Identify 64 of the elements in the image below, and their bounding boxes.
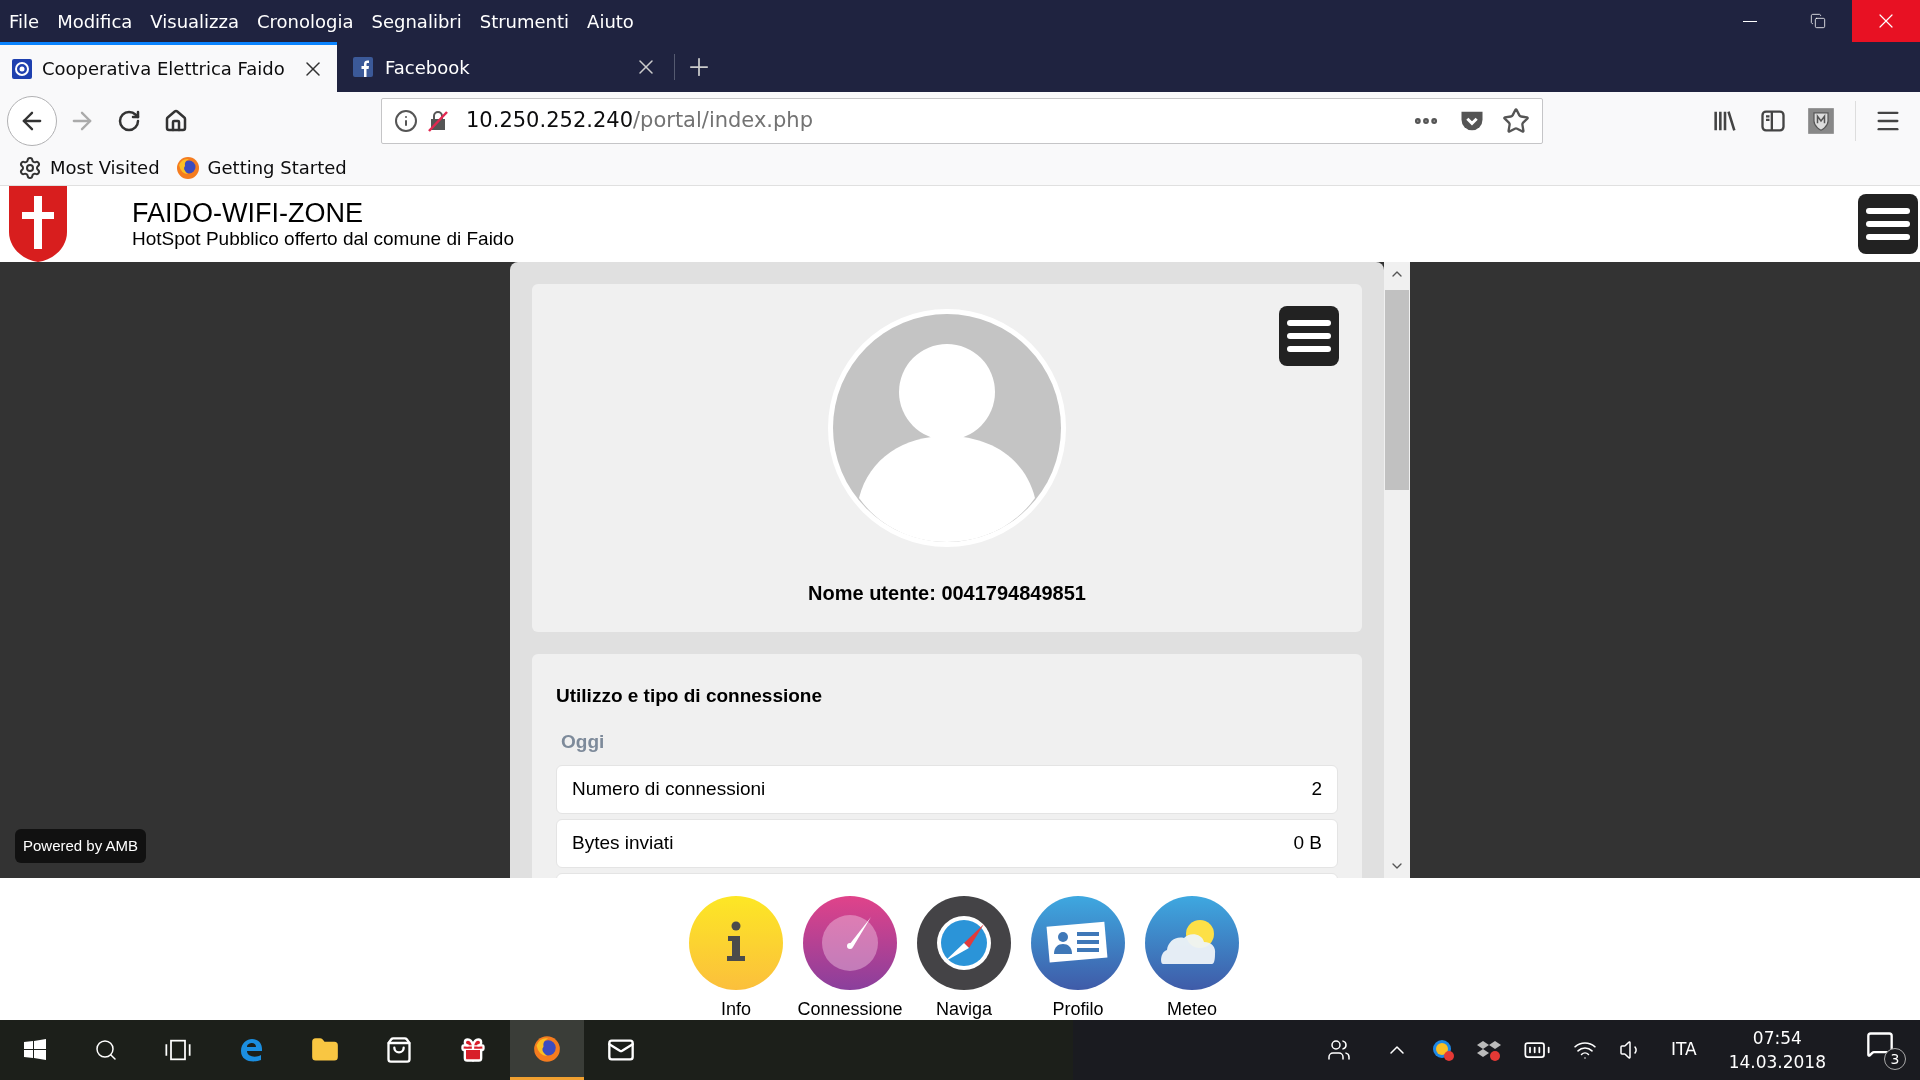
info-icon[interactable] <box>394 109 418 133</box>
shield-icon[interactable] <box>1807 107 1835 135</box>
dock-item[interactable]: Meteo <box>1137 896 1247 1023</box>
dock-item[interactable]: Info <box>681 896 791 1023</box>
firefox-icon <box>175 155 200 180</box>
language-indicator[interactable]: ITA <box>1670 1037 1697 1063</box>
site-title: FAIDO-WIFI-ZONE <box>132 198 364 228</box>
bookmark-item[interactable]: Getting Started <box>175 154 347 181</box>
insecure-lock-icon <box>426 109 450 133</box>
tab-title: Cooperativa Elettrica Faido <box>42 57 286 81</box>
menu-item[interactable]: Modifica <box>57 7 133 35</box>
reload-icon <box>117 109 141 133</box>
firefox-icon <box>533 1034 561 1063</box>
dock-item[interactable]: Naviga <box>909 896 1019 1023</box>
dropbox-error-icon[interactable] <box>1476 1038 1501 1062</box>
menu-button[interactable] <box>1858 194 1918 254</box>
url-text: 10.250.252.240/portal/index.php <box>466 107 814 135</box>
people-icon[interactable] <box>1326 1038 1351 1062</box>
minimize-icon <box>1743 20 1757 22</box>
menu-item[interactable]: Visualizza <box>150 7 240 35</box>
sync-error-icon[interactable] <box>1430 1038 1455 1062</box>
clock[interactable]: 07:54 14.03.2018 <box>1728 1026 1826 1074</box>
section-title: Utilizzo e tipo di connessione <box>556 684 824 708</box>
restore-icon <box>1810 13 1826 29</box>
weather-icon <box>1145 896 1239 990</box>
gear-icon <box>18 155 42 180</box>
site-subtitle: HotSpot Pubblico offerto dal comune di Faido <box>132 228 514 250</box>
stats-value: 0 B <box>1293 831 1322 856</box>
powered-by-badge: Powered by AMB <box>15 828 147 863</box>
stats-label: Numero di connessioni <box>572 777 766 802</box>
address-bar[interactable]: 10.250.252.240/portal/index.php <box>381 98 1543 144</box>
stats-value: 2 <box>1311 777 1322 802</box>
back-button[interactable] <box>7 96 57 146</box>
search-icon <box>94 1038 118 1062</box>
menu-item[interactable]: File <box>9 7 40 35</box>
menu-item[interactable]: Cronologia <box>257 7 354 35</box>
menu-item[interactable]: Strumenti <box>479 7 570 35</box>
info-icon <box>689 896 783 990</box>
notification-badge: 3 <box>1884 1048 1906 1070</box>
shopping-bag-icon <box>385 1036 413 1064</box>
scrollbar-thumb[interactable] <box>1385 290 1409 490</box>
menu-item[interactable]: Segnalibri <box>371 7 462 35</box>
compass-icon <box>917 896 1011 990</box>
dock-item[interactable]: Connessione <box>795 896 905 1023</box>
section-subtitle: Oggi <box>561 729 606 754</box>
menu-button[interactable] <box>1279 306 1339 366</box>
scrollbar[interactable] <box>1384 262 1410 878</box>
stats-label: Bytes inviati <box>572 831 674 856</box>
windows-icon <box>23 1038 47 1062</box>
menu-item[interactable]: Aiuto <box>587 7 634 35</box>
browser-tab[interactable]: Facebook <box>337 42 674 92</box>
id-card-icon <box>1031 896 1125 990</box>
tab-title: Facebook <box>385 55 471 80</box>
folder-icon <box>311 1036 339 1064</box>
username-text: Nome utente: 0041794849851 <box>808 581 1086 606</box>
bookmark-item[interactable]: Most Visited <box>18 154 160 181</box>
gift-icon <box>459 1036 487 1064</box>
home-icon <box>164 109 188 133</box>
bookmark-star-icon[interactable] <box>1502 107 1530 135</box>
dock-item[interactable]: Profilo <box>1023 896 1133 1023</box>
facebook-icon <box>353 57 373 77</box>
target-icon <box>12 58 32 79</box>
browser-tab[interactable]: Cooperativa Elettrica Faido <box>0 42 337 92</box>
gauge-icon <box>803 896 897 990</box>
